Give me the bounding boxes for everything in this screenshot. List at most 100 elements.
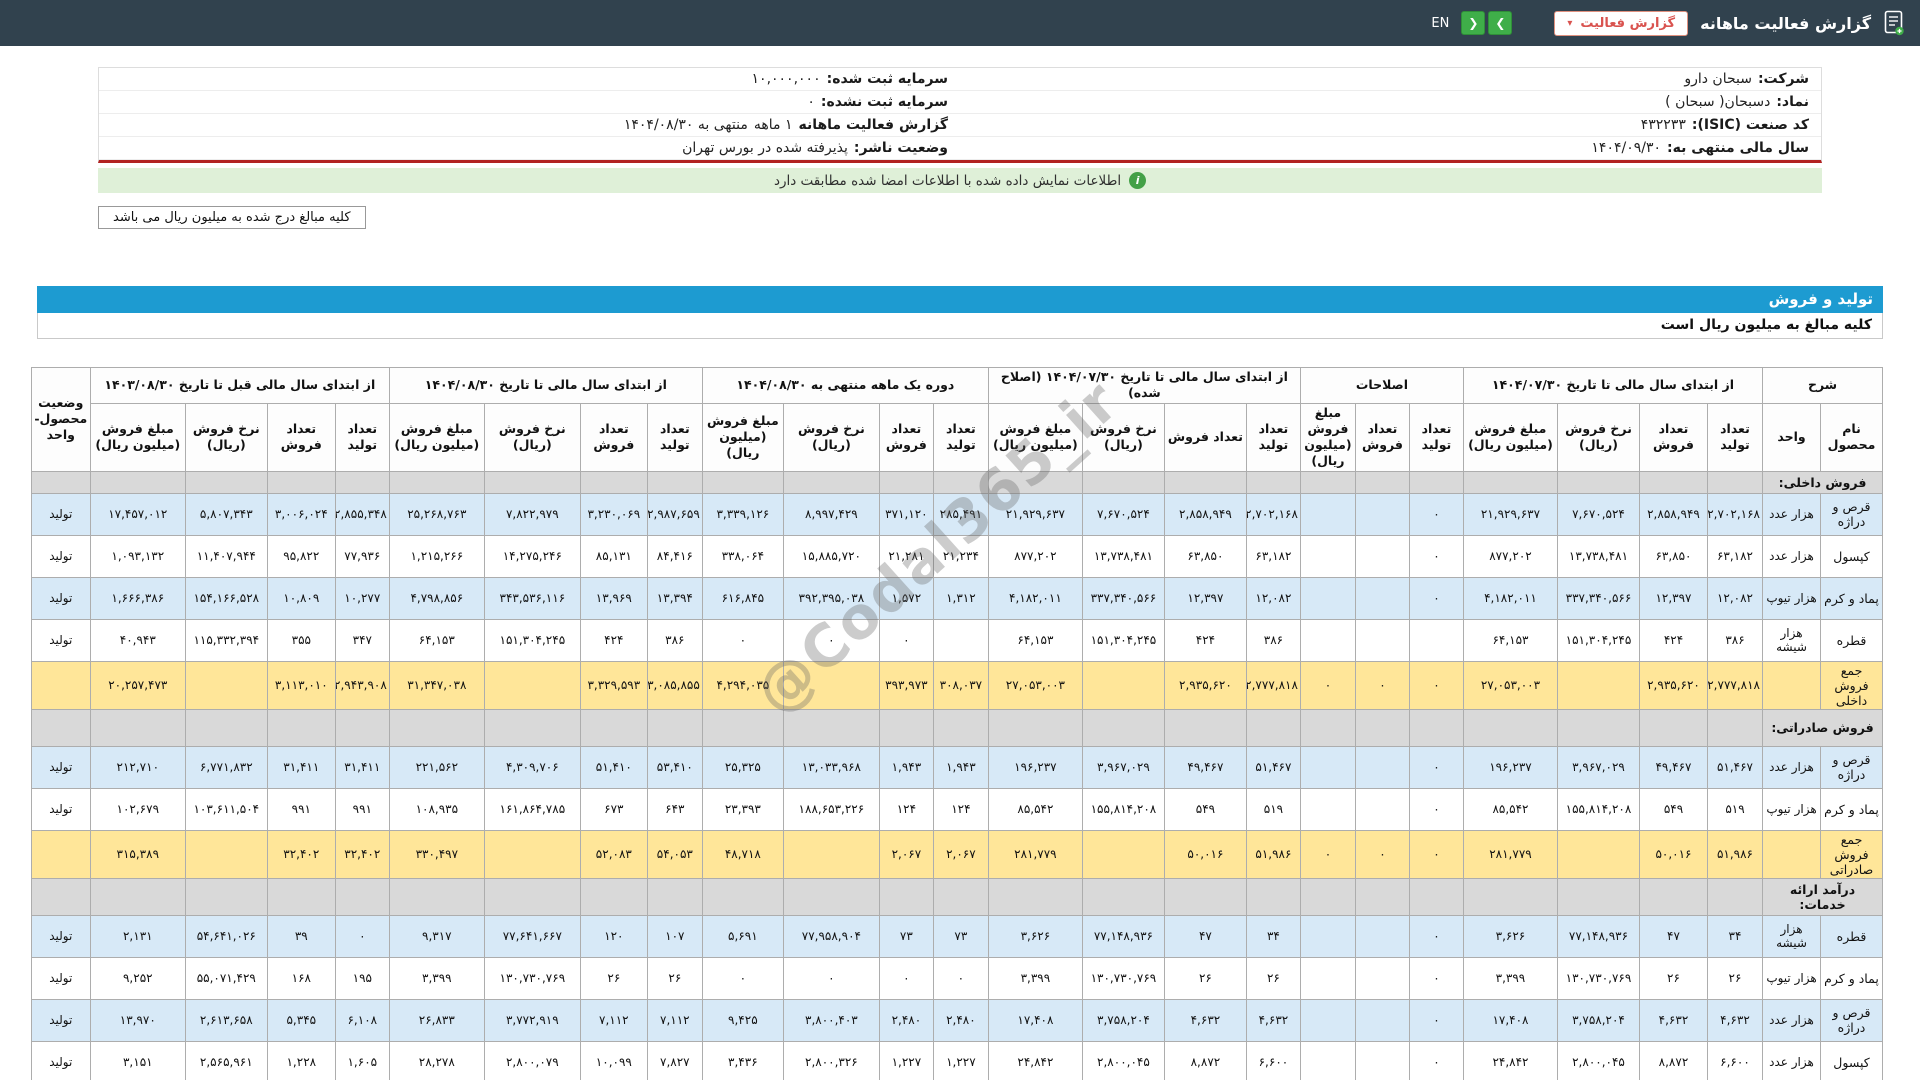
value-cell: ۹,۲۵۲ [89, 956, 186, 1000]
column-header: مبلغ فروش (میلیون ریال) [1462, 402, 1558, 472]
value-cell: ۰ [1299, 660, 1356, 710]
nav-back-button[interactable]: ❮ [1461, 11, 1486, 35]
company-name-link[interactable]: سبحان دارو [1684, 71, 1752, 87]
value-cell: ۴,۷۹۸,۸۵۶ [388, 576, 485, 620]
section-row: فروش صادراتی: [30, 708, 1884, 747]
value-cell: ۱,۵۷۲ [878, 576, 934, 620]
value-cell: ۸۷۷,۲۰۲ [987, 534, 1083, 578]
value-cell [184, 829, 268, 879]
language-toggle[interactable]: EN [1431, 16, 1449, 31]
top-navigation-bar: گزارش فعالیت ماهانه گزارش فعالیت ▾ ❯ ❮ E… [0, 0, 1920, 46]
product-status-cell: تولید [30, 956, 91, 1000]
value-cell: ۶۴,۱۵۳ [1462, 618, 1558, 662]
empty-cell [1354, 708, 1410, 747]
column-group-header: شرح [1761, 367, 1884, 404]
value-cell: ۱,۲۲۸ [266, 1040, 336, 1080]
value-cell: ۱۵۵,۸۱۴,۲۰۸ [1081, 787, 1165, 831]
unregistered-capital-field: سرمایه ثبت نشده: ۰ [99, 91, 960, 114]
value-cell: ۶,۶۰۰ [1245, 1040, 1301, 1080]
value-cell: ۷,۶۷۰,۵۲۴ [1081, 492, 1165, 536]
value-cell: ۳۱,۴۱۱ [334, 745, 390, 789]
fiscal-year-field: سال مالی منتهی به: ۱۴۰۴/۰۹/۳۰ [960, 137, 1821, 160]
value-cell: ۵۱,۴۶۷ [1706, 745, 1763, 789]
value-cell: ۶۳,۸۵۰ [1163, 534, 1247, 578]
empty-cell [184, 877, 268, 916]
value-cell: ۰ [1408, 998, 1464, 1042]
empty-cell [184, 470, 268, 494]
value-cell: ۱۳,۹۷۰ [89, 998, 186, 1042]
value-cell: ۴۲۴ [579, 618, 648, 662]
value-cell: ۷,۸۲۲,۹۷۹ [483, 492, 581, 536]
value-cell: ۳۳۰,۴۹۷ [388, 829, 485, 879]
column-group-header: از ابتدای سال مالی تا تاریخ ۱۴۰۴/۰۸/۳۰ [388, 367, 703, 404]
product-name-cell: قرص و دراژه [1820, 745, 1883, 789]
value-cell: ۲,۸۰۰,۳۲۶ [782, 1040, 880, 1080]
report-period-suffix: منتهی به ۱۴۰۴/۰۸/۳۰ [623, 117, 748, 133]
product-name-cell: کپسول [1820, 534, 1883, 578]
ticker-field: نماد: دسبحان( سبحان ) [960, 91, 1821, 114]
total-row: جمع فروش صادراتی ۵۱,۹۸۶ ۵۰,۰۱۶ ۲۸۱,۷۷۹ ۰ ۰ ۰ ۵۱… [30, 829, 1883, 879]
empty-cell [782, 708, 880, 747]
value-cell: ۰ [1408, 576, 1464, 620]
column-header: تعداد فروش [1163, 402, 1247, 472]
value-cell: ۲۶ [1638, 956, 1708, 1000]
column-header: تعداد فروش [878, 402, 934, 472]
value-cell: ۷,۸۲۷ [646, 1040, 703, 1080]
registered-capital-field: سرمایه ثبت شده: ۱۰,۰۰۰,۰۰۰ [99, 68, 960, 91]
value-cell: ۸,۸۷۲ [1163, 1040, 1247, 1080]
value-cell: ۳۵۵ [266, 618, 336, 662]
product-name-cell: پماد و کرم [1820, 576, 1883, 620]
value-cell: ۹۹۱ [334, 787, 390, 831]
value-cell: ۴۰,۹۴۳ [89, 618, 186, 662]
value-cell: ۲۱,۲۳۴ [932, 534, 989, 578]
section-row: فروش داخلی: [30, 470, 1884, 494]
value-cell: ۲,۷۰۲,۱۶۸ [1245, 492, 1301, 536]
value-cell [1354, 534, 1410, 578]
value-cell: ۶,۱۰۸ [334, 998, 390, 1042]
notice-text: اطلاعات نمایش داده شده با اطلاعات امضا ش… [773, 172, 1122, 189]
value-cell: ۵,۳۴۵ [266, 998, 336, 1042]
product-name-cell: پماد و کرم [1820, 787, 1883, 831]
empty-cell [1638, 877, 1708, 916]
value-cell [932, 618, 989, 662]
value-cell: ۱۰,۸۰۹ [266, 576, 336, 620]
value-cell: ۰ [1408, 492, 1464, 536]
value-cell: ۱۶۱,۸۶۴,۷۸۵ [483, 787, 581, 831]
value-cell: ۱,۹۴۳ [878, 745, 934, 789]
value-cell [1299, 618, 1356, 662]
value-cell: ۴۹,۴۶۷ [1163, 745, 1247, 789]
value-cell: ۱۹۶,۲۳۷ [987, 745, 1083, 789]
product-unit-cell: هزار شیشه [1761, 618, 1822, 662]
value-cell [1354, 1040, 1410, 1080]
field-label: کد صنعت (ISIC): [1691, 117, 1809, 133]
value-cell: ۳,۶۲۶ [987, 914, 1083, 958]
value-cell: ۱۵۴,۱۶۶,۵۲۸ [184, 576, 268, 620]
value-cell: ۱۰,۰۹۹ [579, 1040, 648, 1080]
nav-forward-button[interactable]: ❯ [1488, 11, 1513, 35]
value-cell: ۴,۶۳۲ [1245, 998, 1301, 1042]
value-cell: ۵۱,۴۱۰ [579, 745, 648, 789]
product-status-cell: تولید [30, 745, 91, 789]
empty-cell [1163, 877, 1247, 916]
value-cell: ۳,۳۹۹ [388, 956, 485, 1000]
value-cell [1354, 492, 1410, 536]
value-cell: ۱۹۶,۲۳۷ [1462, 745, 1558, 789]
report-icon[interactable] [1883, 10, 1904, 36]
column-header: تعداد تولید [1245, 402, 1301, 472]
value-cell: ۴,۳۰۹,۷۰۶ [483, 745, 581, 789]
value-cell: ۳۲,۴۰۲ [266, 829, 336, 879]
value-cell: ۴۸,۷۱۸ [701, 829, 784, 879]
value-cell: ۲,۹۴۳,۹۰۸ [334, 660, 390, 710]
value-cell [1556, 829, 1640, 879]
value-cell: ۶۱۶,۸۴۵ [701, 576, 784, 620]
value-cell [1081, 829, 1165, 879]
column-header: نرخ فروش (ریال) [184, 402, 268, 472]
value-cell: ۱۳,۷۳۸,۴۸۱ [1556, 534, 1640, 578]
value-cell: ۳,۸۰۰,۴۰۳ [782, 998, 880, 1042]
value-cell: ۱۴,۲۷۵,۲۴۶ [483, 534, 581, 578]
value-cell: ۷۷,۱۴۸,۹۳۶ [1556, 914, 1640, 958]
report-type-dropdown[interactable]: گزارش فعالیت ▾ [1554, 10, 1689, 36]
value-cell: ۳۸۶ [1245, 618, 1301, 662]
empty-cell [89, 470, 186, 494]
value-cell: ۲۶ [579, 956, 648, 1000]
